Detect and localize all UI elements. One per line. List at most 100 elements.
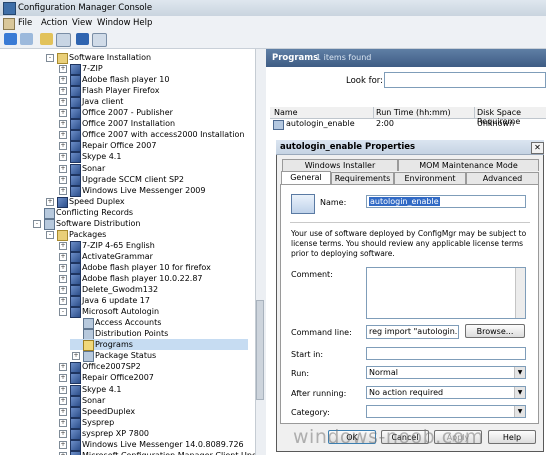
tree-item[interactable]: + Repair Office2007 — [57, 372, 248, 385]
tab-mom-maintenance-mode[interactable]: MOM Maintenance Mode — [398, 159, 539, 171]
tree-item[interactable]: +Microsoft Configuration Manager Client … — [57, 450, 265, 455]
expand-icon[interactable]: + — [59, 142, 67, 151]
expand-icon[interactable]: + — [59, 440, 67, 449]
expand-icon[interactable]: + — [59, 175, 67, 184]
tree-item[interactable]: + Java 6 update 17 — [57, 295, 248, 308]
menu-help[interactable]: Help — [133, 18, 152, 28]
tree-item[interactable]: Distribution Points — [70, 328, 248, 341]
expand-icon[interactable]: + — [59, 286, 67, 295]
collapse-icon[interactable]: - — [46, 230, 54, 239]
tree-item[interactable]: + ActivateGrammar — [57, 251, 248, 263]
chevron-down-icon[interactable]: ▼ — [514, 367, 525, 378]
expand-icon[interactable]: + — [59, 164, 67, 173]
tree-item[interactable]: +7-ZIP 4-65 English — [57, 240, 248, 252]
expand-icon[interactable]: + — [59, 241, 67, 250]
up-folder-icon[interactable] — [40, 33, 53, 45]
tab-requirements[interactable]: Requirements — [331, 172, 394, 184]
tree-item[interactable]: + Office 2007 - Publisher — [57, 107, 248, 120]
expand-icon[interactable]: + — [72, 352, 80, 361]
expand-icon[interactable]: + — [59, 396, 67, 405]
look-for-input[interactable] — [384, 72, 546, 88]
tree-item[interactable]: + Repair Office 2007 — [57, 140, 248, 153]
results-row[interactable]: autologin_enable 2:00 Unknown — [270, 118, 546, 130]
tree-item[interactable]: - Software Distribution — [31, 218, 248, 230]
expand-icon[interactable]: + — [59, 65, 67, 74]
comment-scrollbar[interactable] — [515, 268, 525, 318]
close-icon[interactable]: ✕ — [531, 142, 544, 154]
comment-textarea[interactable] — [366, 267, 526, 319]
expand-icon[interactable]: + — [59, 374, 67, 383]
column-name[interactable]: Name — [274, 108, 298, 117]
tree-item[interactable]: + Sonar — [57, 395, 248, 407]
tree-item[interactable]: - Software Installation — [44, 52, 248, 64]
expand-icon[interactable]: + — [59, 297, 67, 306]
expand-icon[interactable]: + — [59, 186, 67, 195]
tree-item[interactable]: + Upgrade SCCM client SP2 — [57, 174, 248, 186]
tree-item[interactable]: + Office 2007 with access2000 Installatio… — [57, 129, 248, 142]
expand-icon[interactable]: + — [59, 153, 67, 162]
tree-item[interactable]: + Skype 4.1 — [57, 151, 248, 164]
category-select[interactable]: ▼ — [366, 405, 526, 418]
tree-item[interactable]: Programs — [70, 339, 248, 352]
menu-action[interactable]: Action — [41, 18, 68, 28]
help-button[interactable]: Help — [488, 430, 536, 444]
expand-icon[interactable]: + — [46, 197, 54, 206]
start-in-field[interactable] — [366, 347, 526, 360]
menu-file[interactable]: File — [18, 18, 32, 28]
expand-icon[interactable]: + — [59, 429, 67, 438]
back-arrow-icon[interactable] — [4, 33, 17, 45]
tree-item[interactable]: + Delete_Gwodm132 — [57, 284, 248, 297]
tree-item[interactable]: + Adobe flash player 10 — [57, 74, 248, 87]
tree-item[interactable]: - Microsoft Autologin — [57, 306, 248, 319]
tree-item[interactable]: + Windows Live Messenger 2009 — [57, 185, 248, 197]
tree-item[interactable]: + Sonar — [57, 163, 248, 175]
collapse-icon[interactable]: - — [46, 54, 54, 62]
chevron-down-icon[interactable]: ▼ — [514, 387, 525, 398]
after-running-select[interactable]: No action required ▼ — [366, 386, 526, 399]
collapse-icon[interactable]: - — [33, 219, 41, 228]
tree-item[interactable]: + Java client — [57, 96, 248, 109]
expand-icon[interactable]: + — [59, 385, 67, 394]
tree-item[interactable]: + Sysprep — [57, 417, 248, 429]
menu-view[interactable]: View — [72, 18, 92, 28]
tree-item[interactable]: + Flash Player Firefox — [57, 85, 248, 98]
tree-item[interactable]: + Office2007SP2 — [57, 361, 248, 374]
command-line-field[interactable]: reg import "autologin.reg" — [366, 325, 459, 339]
expand-icon[interactable]: + — [59, 87, 67, 96]
tree-item[interactable]: + Speed Duplex — [44, 196, 248, 208]
name-field[interactable]: autologin_enable — [366, 195, 526, 208]
system-menu-icon[interactable] — [3, 18, 15, 30]
expand-icon[interactable]: + — [59, 407, 67, 416]
run-select[interactable]: Normal ▼ — [366, 366, 526, 379]
expand-icon[interactable]: + — [59, 120, 67, 129]
tab-windows-installer[interactable]: Windows Installer — [282, 159, 398, 171]
tree-item[interactable]: + Windows Live Messenger 14.0.8089.726 — [57, 439, 248, 451]
expand-icon[interactable]: + — [59, 109, 67, 118]
expand-icon[interactable]: + — [59, 263, 67, 272]
forward-arrow-icon[interactable] — [20, 33, 33, 45]
tree-item[interactable]: - Packages — [44, 229, 248, 241]
tab-general[interactable]: General — [281, 171, 331, 184]
collapse-icon[interactable]: - — [59, 308, 67, 317]
expand-icon[interactable]: + — [59, 418, 67, 427]
tree-item[interactable]: Access Accounts — [70, 317, 248, 330]
expand-icon[interactable]: + — [59, 131, 67, 140]
tree-item[interactable]: + Office 2007 Installation — [57, 118, 248, 131]
show-hide-tree-icon[interactable] — [56, 33, 71, 47]
menu-window[interactable]: Window — [97, 18, 131, 28]
tree-item[interactable]: + Adobe flash player 10.0.22.87 — [57, 273, 248, 285]
properties-icon[interactable] — [92, 33, 107, 47]
tab-environment[interactable]: Environment — [394, 172, 466, 184]
tree-item[interactable]: + Adobe flash player 10 for firefox — [57, 262, 248, 274]
tree-item[interactable]: + Skype 4.1 — [57, 384, 248, 396]
tree-item[interactable]: Conflicting Records — [31, 207, 248, 219]
expand-icon[interactable]: + — [59, 252, 67, 261]
expand-icon[interactable]: + — [59, 98, 67, 107]
tree-scrollbar-thumb[interactable] — [256, 300, 264, 400]
tree-item[interactable]: + SpeedDuplex — [57, 406, 248, 418]
tree-item[interactable]: +7-ZIP — [57, 63, 248, 76]
column-run-time[interactable]: Run Time (hh:mm) — [376, 108, 451, 117]
expand-icon[interactable]: + — [59, 76, 67, 85]
expand-icon[interactable]: + — [59, 363, 67, 372]
tab-advanced[interactable]: Advanced — [466, 172, 539, 184]
